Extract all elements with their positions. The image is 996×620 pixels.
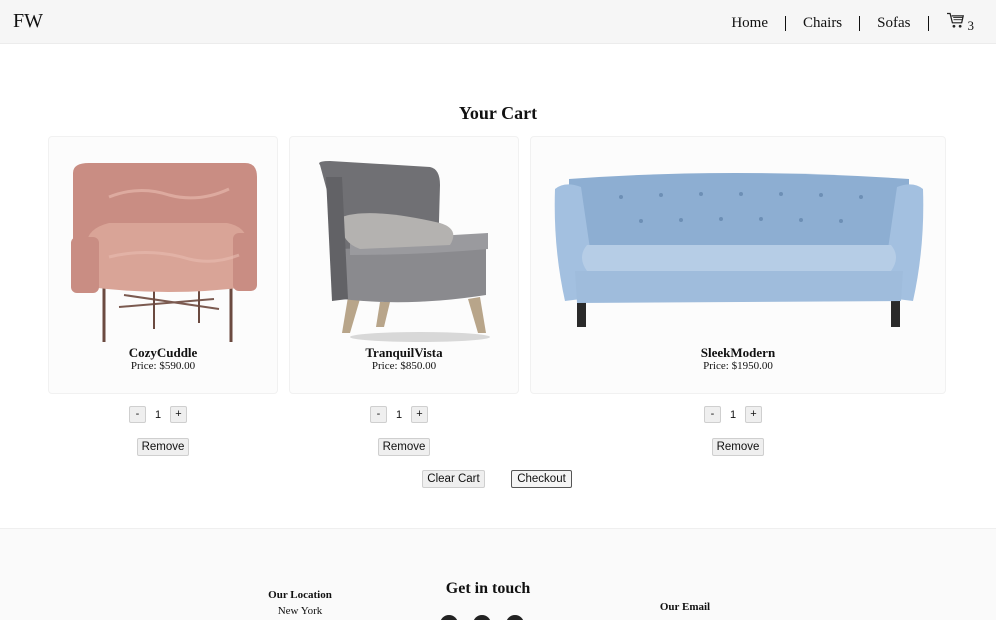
nav-divider <box>927 15 929 31</box>
remove-button[interactable]: Remove <box>137 438 189 456</box>
nav-menu: Home Chairs Sofas 3 <box>731 12 974 34</box>
product-image <box>290 137 518 343</box>
decrease-qty-button[interactable]: - <box>704 406 721 423</box>
product-name: TranquilVista <box>365 345 443 360</box>
social-icon[interactable] <box>473 615 491 620</box>
increase-qty-button[interactable]: + <box>411 406 428 423</box>
clear-cart-button[interactable]: Clear Cart <box>422 470 485 488</box>
checkout-button[interactable]: Checkout <box>511 470 572 488</box>
cart-title: Your Cart <box>458 103 538 123</box>
footer-title: Get in touch <box>445 580 531 597</box>
quantity-stepper: - 1 + <box>704 406 762 423</box>
increase-qty-button[interactable]: + <box>170 406 187 423</box>
product-price: Price: $1950.00 <box>703 360 773 372</box>
quantity-value: 1 <box>154 408 162 421</box>
nav-cart[interactable]: 3 <box>946 12 975 34</box>
quantity-stepper: - 1 + <box>370 406 428 423</box>
product-price: Price: $590.00 <box>130 360 196 372</box>
decrease-qty-button[interactable]: - <box>370 406 387 423</box>
remove-button[interactable]: Remove <box>712 438 764 456</box>
cart-icon <box>946 12 965 34</box>
quantity-stepper: - 1 + <box>129 406 187 423</box>
nav-chairs[interactable]: Chairs <box>803 15 842 32</box>
cart-item-card: TranquilVista Price: $850.00 <box>289 136 519 394</box>
nav-home[interactable]: Home <box>731 15 768 32</box>
social-icon[interactable] <box>440 615 458 620</box>
quantity-value: 1 <box>395 408 403 421</box>
brand-logo[interactable]: FW <box>13 10 43 33</box>
cart-count-badge: 3 <box>967 18 975 33</box>
remove-button[interactable]: Remove <box>378 438 430 456</box>
footer-email-title: Our Email <box>659 601 711 613</box>
footer: Our Location New York Get in touch Our E… <box>0 528 996 620</box>
product-name: SleekModern <box>700 345 776 360</box>
footer-location-city: New York <box>277 605 323 617</box>
footer-location-title: Our Location <box>268 589 332 601</box>
social-icons <box>440 615 524 620</box>
nav-sofas[interactable]: Sofas <box>877 15 910 32</box>
decrease-qty-button[interactable]: - <box>129 406 146 423</box>
product-price: Price: $850.00 <box>371 360 437 372</box>
product-image <box>531 137 945 343</box>
quantity-value: 1 <box>729 408 737 421</box>
nav-divider <box>784 15 786 31</box>
nav-divider <box>859 15 861 31</box>
social-icon[interactable] <box>506 615 524 620</box>
navbar: FW Home Chairs Sofas 3 <box>0 0 996 44</box>
product-name: CozyCuddle <box>128 345 198 360</box>
increase-qty-button[interactable]: + <box>745 406 762 423</box>
product-image <box>49 137 277 343</box>
cart-item-card: CozyCuddle Price: $590.00 <box>48 136 278 394</box>
cart-item-card: SleekModern Price: $1950.00 <box>530 136 946 394</box>
